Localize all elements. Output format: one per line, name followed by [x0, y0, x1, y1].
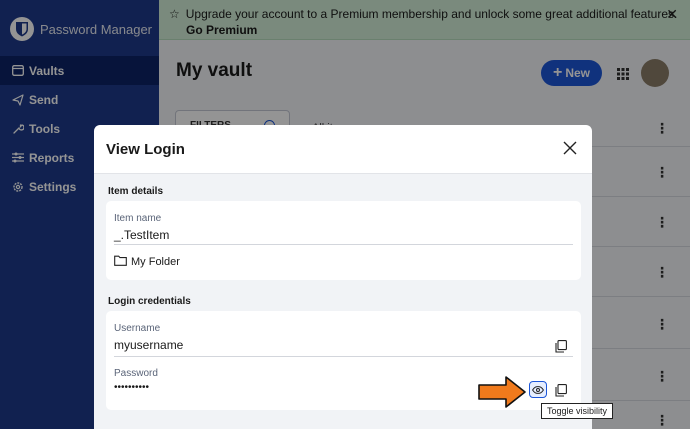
toggle-visibility-tooltip: Toggle visibility: [541, 403, 614, 419]
username-label: Username: [114, 323, 161, 334]
item-details-card: Item name _.TestItem My Folder: [106, 201, 581, 280]
folder-icon: [114, 255, 127, 269]
username-field[interactable]: myusername: [114, 338, 183, 352]
folder-row: My Folder: [114, 255, 180, 269]
dialog-title: View Login: [106, 140, 185, 158]
password-label: Password: [114, 368, 158, 379]
item-name-label: Item name: [114, 213, 162, 224]
annotation-arrow-icon: [477, 375, 527, 414]
toggle-visibility-eye-icon[interactable]: [529, 381, 547, 398]
copy-password-icon[interactable]: [553, 382, 569, 398]
item-details-heading: Item details: [108, 186, 164, 197]
field-underline: [114, 356, 573, 357]
copy-username-icon[interactable]: [553, 338, 569, 354]
field-underline: [114, 244, 573, 245]
login-credentials-heading: Login credentials: [108, 296, 191, 307]
item-name-field[interactable]: _.TestItem: [114, 228, 169, 242]
close-icon[interactable]: [563, 141, 577, 155]
password-field[interactable]: ••••••••••: [114, 382, 149, 393]
folder-name: My Folder: [131, 256, 180, 268]
